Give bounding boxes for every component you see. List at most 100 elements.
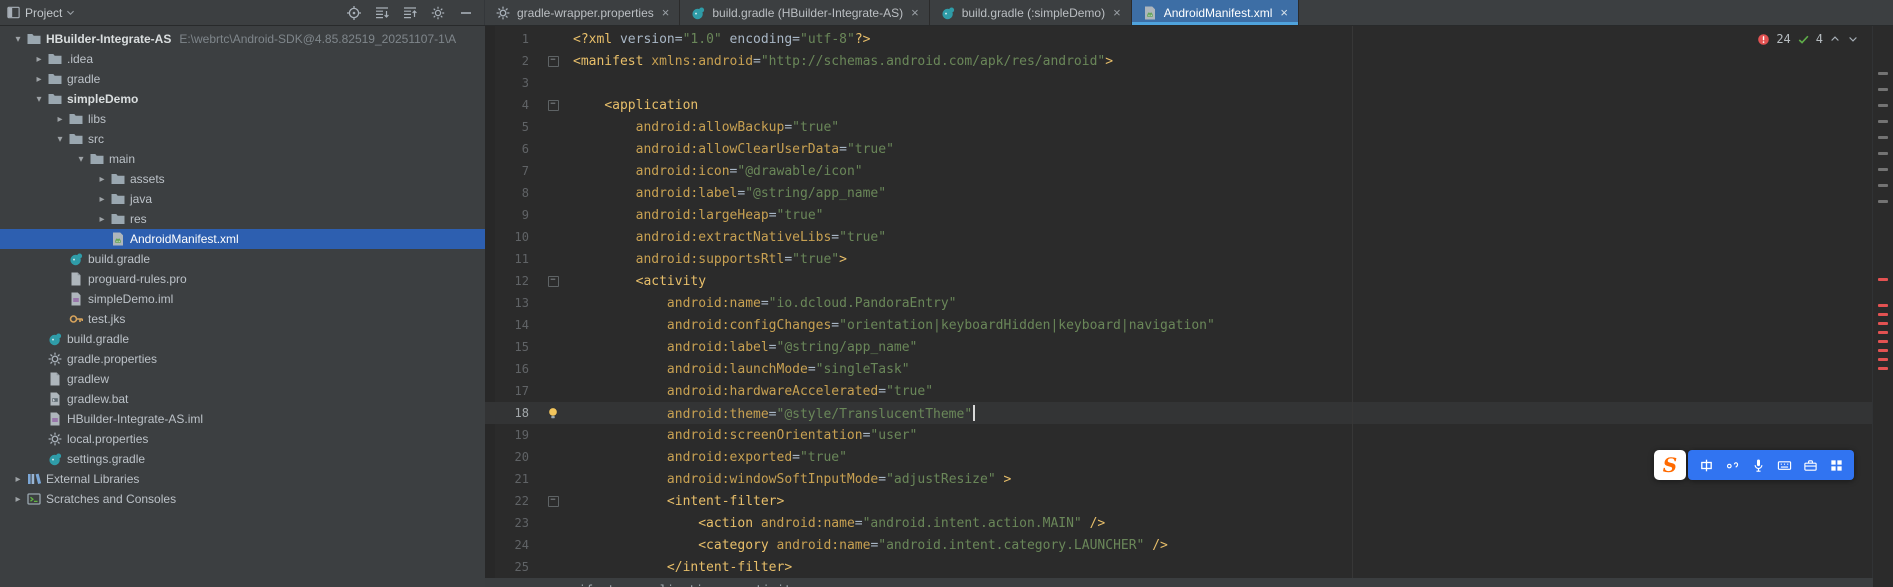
- code-line-11[interactable]: 11 android:supportsRtl="true">: [485, 248, 1873, 270]
- toolbox-button[interactable]: [1799, 454, 1821, 476]
- error-mark[interactable]: [1878, 358, 1888, 361]
- code-line-19[interactable]: 19 android:screenOrientation="user": [485, 424, 1873, 446]
- tree-item-src[interactable]: ▾src: [0, 129, 485, 149]
- fold-icon[interactable]: −: [548, 276, 559, 287]
- change-mark[interactable]: [1878, 184, 1888, 187]
- editor-tab-androidmanifest-xml[interactable]: AndroidManifest.xml×: [1132, 0, 1299, 25]
- settings-button[interactable]: [429, 4, 446, 21]
- line-number[interactable]: 17: [485, 384, 541, 398]
- code-area[interactable]: 1<?xml version="1.0" encoding="utf-8"?>2…: [485, 26, 1873, 578]
- chevron-right-icon[interactable]: ▸: [94, 174, 110, 185]
- chevron-right-icon[interactable]: ▸: [94, 214, 110, 225]
- keyboard-button[interactable]: [1773, 454, 1795, 476]
- tree-item-gradle[interactable]: ▸gradle: [0, 69, 485, 89]
- code-line-15[interactable]: 15 android:label="@string/app_name": [485, 336, 1873, 358]
- change-mark[interactable]: [1878, 104, 1888, 107]
- code-line-9[interactable]: 9 android:largeHeap="true": [485, 204, 1873, 226]
- fold-icon[interactable]: −: [548, 56, 559, 67]
- tree-item-scratches-and-consoles[interactable]: ▸Scratches and Consoles: [0, 489, 485, 509]
- line-number[interactable]: 12: [485, 274, 541, 288]
- tree-item-res[interactable]: ▸res: [0, 209, 485, 229]
- chevron-down-icon[interactable]: ▾: [73, 154, 89, 165]
- tree-item-build-gradle[interactable]: build.gradle: [0, 249, 485, 269]
- tree-item-java[interactable]: ▸java: [0, 189, 485, 209]
- next-issue-button[interactable]: [1847, 33, 1859, 45]
- tree-item-hbuilder-integrate-as[interactable]: ▾HBuilder-Integrate-ASE:\webrtc\Android-…: [0, 29, 485, 49]
- collapse-all-button[interactable]: [373, 4, 390, 21]
- breadcrumb-item-application[interactable]: application: [638, 583, 717, 587]
- change-mark[interactable]: [1878, 88, 1888, 91]
- tree-item-assets[interactable]: ▸assets: [0, 169, 485, 189]
- error-stripe[interactable]: [1872, 26, 1893, 587]
- code-line-24[interactable]: 24 <category android:name="android.inten…: [485, 534, 1873, 556]
- line-number[interactable]: 19: [485, 428, 541, 442]
- chevron-right-icon[interactable]: ▸: [31, 54, 47, 65]
- tree-item-hbuilder-integrate-as-iml[interactable]: HBuilder-Integrate-AS.iml: [0, 409, 485, 429]
- code-line-1[interactable]: 1<?xml version="1.0" encoding="utf-8"?>: [485, 28, 1873, 50]
- line-number[interactable]: 20: [485, 450, 541, 464]
- chevron-right-icon[interactable]: ▸: [94, 194, 110, 205]
- line-number[interactable]: 25: [485, 560, 541, 574]
- line-number[interactable]: 4: [485, 98, 541, 112]
- tree-item-main[interactable]: ▾main: [0, 149, 485, 169]
- code-line-23[interactable]: 23 <action android:name="android.intent.…: [485, 512, 1873, 534]
- line-number[interactable]: 6: [485, 142, 541, 156]
- sogou-logo[interactable]: S: [1654, 450, 1686, 480]
- expand-all-button[interactable]: [401, 4, 418, 21]
- close-icon[interactable]: ×: [911, 6, 919, 19]
- code-line-16[interactable]: 16 android:launchMode="singleTask": [485, 358, 1873, 380]
- line-number[interactable]: 13: [485, 296, 541, 310]
- code-line-12[interactable]: 12− <activity: [485, 270, 1873, 292]
- code-line-3[interactable]: 3: [485, 72, 1873, 94]
- change-mark[interactable]: [1878, 200, 1888, 203]
- code-line-14[interactable]: 14 android:configChanges="orientation|ke…: [485, 314, 1873, 336]
- error-mark[interactable]: [1878, 278, 1888, 281]
- code-line-17[interactable]: 17 android:hardwareAccelerated="true": [485, 380, 1873, 402]
- fold-icon[interactable]: −: [548, 496, 559, 507]
- ime-toolbar[interactable]: S: [1654, 450, 1854, 480]
- error-mark[interactable]: [1878, 331, 1888, 334]
- line-number[interactable]: 3: [485, 76, 541, 90]
- locate-button[interactable]: [345, 4, 362, 21]
- tree-item-local-properties[interactable]: local.properties: [0, 429, 485, 449]
- chevron-right-icon[interactable]: ▸: [10, 474, 26, 485]
- bulb-icon[interactable]: [546, 406, 560, 420]
- line-number[interactable]: 2: [485, 54, 541, 68]
- code-line-2[interactable]: 2−<manifest xmlns:android="http://schema…: [485, 50, 1873, 72]
- code-line-8[interactable]: 8 android:label="@string/app_name": [485, 182, 1873, 204]
- code-line-4[interactable]: 4− <application: [485, 94, 1873, 116]
- tree-item-external-libraries[interactable]: ▸External Libraries: [0, 469, 485, 489]
- tree-item-androidmanifest-xml[interactable]: AndroidManifest.xml: [0, 229, 485, 249]
- line-number[interactable]: 22: [485, 494, 541, 508]
- tree-item-proguard-rules-pro[interactable]: proguard-rules.pro: [0, 269, 485, 289]
- line-number[interactable]: 14: [485, 318, 541, 332]
- close-icon[interactable]: ×: [1280, 6, 1288, 19]
- tree-item-settings-gradle[interactable]: settings.gradle: [0, 449, 485, 469]
- line-number[interactable]: 18: [485, 406, 541, 420]
- error-mark[interactable]: [1878, 304, 1888, 307]
- line-number[interactable]: 23: [485, 516, 541, 530]
- line-number[interactable]: 15: [485, 340, 541, 354]
- line-number[interactable]: 9: [485, 208, 541, 222]
- error-mark[interactable]: [1878, 322, 1888, 325]
- change-mark[interactable]: [1878, 168, 1888, 171]
- tree-item-simpledemo[interactable]: ▾simpleDemo: [0, 89, 485, 109]
- close-icon[interactable]: ×: [662, 6, 670, 19]
- inspections-widget[interactable]: 24 4: [1757, 32, 1859, 46]
- fold-icon[interactable]: −: [548, 100, 559, 111]
- project-view-selector[interactable]: Project: [25, 6, 76, 20]
- close-icon[interactable]: ×: [1113, 6, 1121, 19]
- line-number[interactable]: 11: [485, 252, 541, 266]
- voice-button[interactable]: [1747, 454, 1769, 476]
- code-line-10[interactable]: 10 android:extractNativeLibs="true": [485, 226, 1873, 248]
- change-mark[interactable]: [1878, 136, 1888, 139]
- breadcrumb-item-activity[interactable]: activity: [741, 583, 799, 587]
- change-mark[interactable]: [1878, 120, 1888, 123]
- tree-item-simpledemo-iml[interactable]: simpleDemo.iml: [0, 289, 485, 309]
- error-mark[interactable]: [1878, 340, 1888, 343]
- tree-item-idea[interactable]: ▸.idea: [0, 49, 485, 69]
- tree-item-gradlew[interactable]: gradlew: [0, 369, 485, 389]
- line-number[interactable]: 10: [485, 230, 541, 244]
- editor-tab-build-gradle-hbuilder-integrate-as[interactable]: build.gradle (HBuilder-Integrate-AS)×: [680, 0, 929, 25]
- tree-item-build-gradle[interactable]: build.gradle: [0, 329, 485, 349]
